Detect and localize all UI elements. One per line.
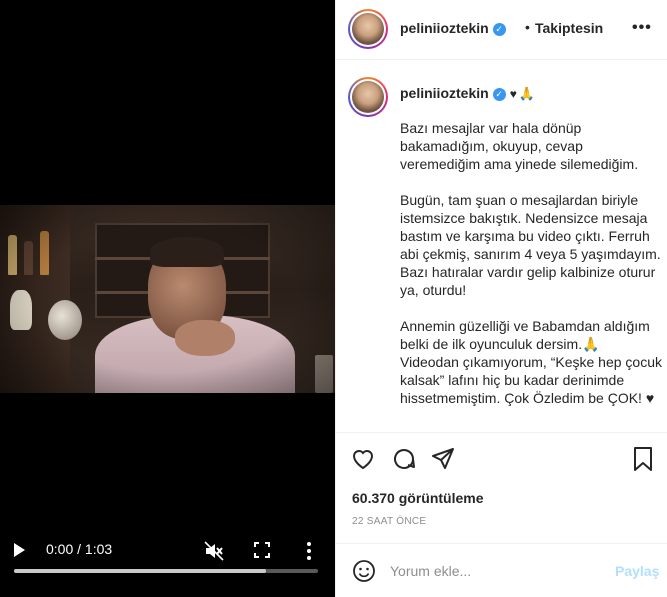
header-username: peliniioztekin bbox=[400, 20, 489, 36]
post-comment-button[interactable]: Paylaş bbox=[615, 563, 659, 579]
post-header: peliniioztekin ✓ • Takiptesin ••• bbox=[336, 0, 667, 60]
save-bookmark-icon[interactable] bbox=[630, 446, 656, 472]
video-player[interactable]: 0:00 / 1:03 bbox=[0, 0, 335, 597]
pray-emoji: 🙏 bbox=[518, 86, 535, 101]
heart-emoji: ♥ bbox=[509, 87, 517, 101]
post-side-panel: peliniioztekin ✓ • Takiptesin ••• pelinii… bbox=[335, 0, 667, 597]
caption-paragraph: Annemin güzelliği ve Babamdan aldığım be… bbox=[400, 318, 662, 406]
avatar-image bbox=[352, 13, 384, 45]
post-timestamp[interactable]: 22 SAAT ÖNCE bbox=[352, 516, 426, 527]
avatar-image bbox=[352, 81, 384, 113]
video-frame[interactable] bbox=[0, 205, 335, 393]
more-options-icon[interactable]: ••• bbox=[632, 19, 652, 37]
like-heart-icon[interactable] bbox=[350, 446, 376, 472]
caption-area: peliniioztekin ✓ ♥ 🙏 Bazı mesajlar var hala… bbox=[336, 61, 667, 433]
caption-username-link[interactable]: peliniioztekin ✓ ♥ 🙏 bbox=[400, 85, 535, 102]
play-icon[interactable] bbox=[14, 543, 25, 557]
video-progress-bar[interactable] bbox=[14, 569, 318, 573]
muted-speaker-icon[interactable] bbox=[204, 541, 224, 561]
avatar-inner bbox=[350, 11, 386, 47]
caption-paragraph: Bazı mesajlar var hala dönüp bakamadığım… bbox=[400, 120, 639, 172]
verified-badge-icon: ✓ bbox=[492, 23, 506, 36]
post-actions bbox=[336, 434, 667, 486]
video-time: 0:00 / 1:03 bbox=[46, 541, 113, 557]
following-button[interactable]: Takiptesin bbox=[535, 20, 603, 36]
share-send-icon[interactable] bbox=[430, 446, 456, 472]
header-separator: • bbox=[525, 19, 530, 35]
comment-bar: Paylaş bbox=[336, 543, 667, 597]
caption-username: peliniioztekin bbox=[400, 85, 489, 101]
avatar-inner bbox=[350, 79, 386, 115]
video-controls-row: 0:00 / 1:03 bbox=[0, 539, 335, 565]
fullscreen-icon[interactable] bbox=[254, 542, 270, 558]
more-options-vertical-icon[interactable] bbox=[304, 541, 314, 561]
video-progress-fill bbox=[14, 569, 267, 573]
comment-bubble-icon[interactable] bbox=[391, 446, 417, 472]
comment-input[interactable] bbox=[390, 559, 600, 583]
caption-paragraph: Bugün, tam şuan o mesajlardan biriyle is… bbox=[400, 192, 661, 298]
avatar[interactable] bbox=[348, 9, 388, 49]
emoji-picker-icon[interactable] bbox=[352, 559, 376, 583]
header-username-link[interactable]: peliniioztekin ✓ bbox=[400, 20, 506, 36]
caption-text: Bazı mesajlar var hala dönüp bakamadığım… bbox=[400, 119, 662, 425]
video-vignette bbox=[0, 205, 335, 393]
view-count[interactable]: 60.370 görüntüleme bbox=[352, 490, 484, 506]
verified-badge-icon: ✓ bbox=[492, 88, 506, 101]
caption-avatar[interactable] bbox=[348, 77, 388, 117]
video-controls: 0:00 / 1:03 bbox=[0, 527, 335, 597]
